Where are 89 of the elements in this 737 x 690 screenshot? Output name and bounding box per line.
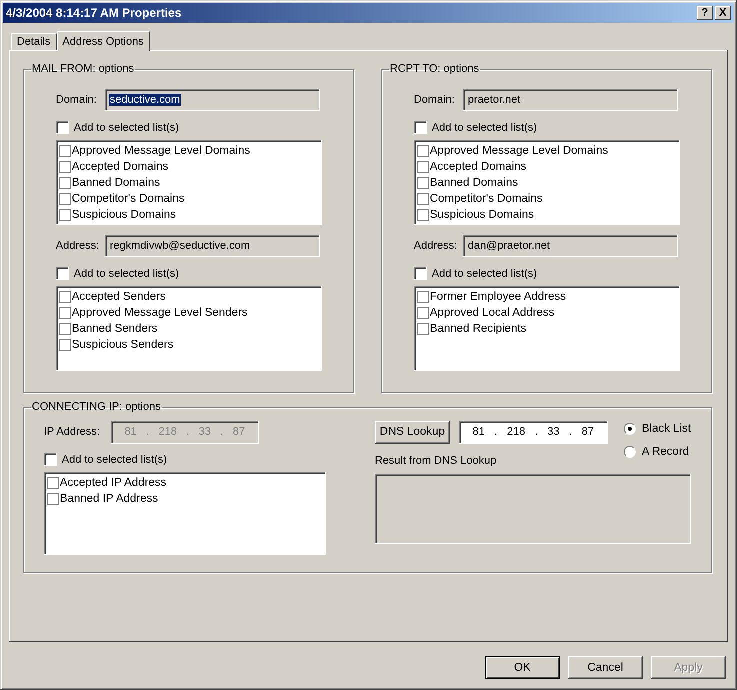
list-item[interactable]: Accepted Domains xyxy=(430,161,527,173)
checkbox[interactable] xyxy=(59,145,71,157)
list-item[interactable]: Suspicious Domains xyxy=(72,209,176,221)
list-item[interactable]: Banned Senders xyxy=(72,323,158,335)
text-field[interactable]: regkmdivwb@seductive.com xyxy=(105,235,320,257)
text-field[interactable]: seductive.com xyxy=(105,89,320,111)
ip-separator: . xyxy=(494,426,498,438)
list-item[interactable]: Suspicious Domains xyxy=(430,209,534,221)
checkbox[interactable] xyxy=(417,161,429,173)
checkbox[interactable] xyxy=(414,267,427,280)
list-item[interactable]: Banned Domains xyxy=(430,177,518,189)
checkbox[interactable] xyxy=(44,453,57,466)
checkbox-label: Add to selected list(s) xyxy=(432,122,538,134)
list-item[interactable]: Approved Local Address xyxy=(430,307,555,319)
ip-separator: . xyxy=(186,426,190,438)
ip-address-field[interactable]: 81 . 218 . 33 . 87 xyxy=(459,420,608,444)
dns-lookup-button[interactable]: DNS Lookup xyxy=(375,420,450,444)
radio-label: A Record xyxy=(642,446,690,458)
dialog-button[interactable]: OK xyxy=(485,656,560,679)
checkbox[interactable] xyxy=(59,209,71,221)
list-item[interactable]: Former Employee Address xyxy=(430,291,566,303)
ip-separator: . xyxy=(146,426,150,438)
checkbox-label: Add to selected list(s) xyxy=(74,122,180,134)
tab[interactable]: Address Options xyxy=(56,31,150,51)
ip-octet: 218 xyxy=(507,426,526,438)
checkbox[interactable] xyxy=(417,307,429,319)
radio-button[interactable] xyxy=(624,446,636,458)
tab[interactable]: Details xyxy=(11,33,57,50)
ip-octet: 81 xyxy=(472,426,485,438)
list-item[interactable]: Approved Message Level Senders xyxy=(72,307,248,319)
checkbox[interactable] xyxy=(417,177,429,189)
ip-separator: . xyxy=(534,426,538,438)
list-item[interactable]: Suspicious Senders xyxy=(72,339,174,351)
checkbox[interactable] xyxy=(59,177,71,189)
list-item[interactable]: Banned IP Address xyxy=(60,493,158,505)
checkbox[interactable] xyxy=(417,323,429,335)
list-item[interactable]: Competitor's Domains xyxy=(72,193,185,205)
group-title: RCPT TO: options xyxy=(389,63,480,75)
list-item[interactable]: Approved Message Level Domains xyxy=(72,145,250,157)
ip-octet: 81 xyxy=(124,426,137,438)
group-title: MAIL FROM: options xyxy=(31,63,136,75)
checkbox[interactable] xyxy=(47,477,59,489)
ip-octet: 87 xyxy=(232,426,246,438)
ip-separator: . xyxy=(569,426,572,438)
checkbox[interactable] xyxy=(417,145,429,157)
list-item[interactable]: Banned Domains xyxy=(72,177,160,189)
window-title: 4/3/2004 8:14:17 AM Properties xyxy=(6,6,183,20)
checkbox-label: Add to selected list(s) xyxy=(62,454,168,466)
checkbox[interactable] xyxy=(417,291,429,303)
field-label: IP Address: xyxy=(44,426,102,438)
text-field[interactable]: dan@praetor.net xyxy=(463,235,678,257)
field-label: Domain: xyxy=(414,94,456,106)
ip-octet: 87 xyxy=(582,426,594,438)
list-item[interactable]: Banned Recipients xyxy=(430,323,527,335)
dialog-button[interactable]: Cancel xyxy=(568,656,643,679)
group-title: CONNECTING IP: options xyxy=(31,401,162,413)
field-label: Address: xyxy=(56,240,100,252)
text-field[interactable]: praetor.net xyxy=(463,89,678,111)
result-label: Result from DNS Lookup xyxy=(375,455,497,467)
checkbox[interactable] xyxy=(59,323,71,335)
list-item[interactable]: Accepted Senders xyxy=(72,291,166,303)
list-item[interactable]: Accepted Domains xyxy=(72,161,169,173)
title-bar-button[interactable]: ? xyxy=(697,6,713,20)
ip-octet: 33 xyxy=(198,426,212,438)
list-item[interactable]: Accepted IP Address xyxy=(60,477,167,489)
checkbox[interactable] xyxy=(417,209,429,221)
checkbox[interactable] xyxy=(59,339,71,351)
list-item[interactable]: Approved Message Level Domains xyxy=(430,145,608,157)
field-label: Domain: xyxy=(56,94,98,106)
checkbox-label: Add to selected list(s) xyxy=(74,268,180,280)
checkbox[interactable] xyxy=(59,291,71,303)
ip-octet: 33 xyxy=(548,426,560,438)
title-bar-button[interactable]: X xyxy=(715,6,731,20)
checkbox[interactable] xyxy=(59,161,71,173)
checkbox[interactable] xyxy=(47,493,59,505)
checkbox[interactable] xyxy=(417,193,429,205)
checkbox-label: Add to selected list(s) xyxy=(432,268,538,280)
radio-button[interactable] xyxy=(624,422,636,434)
checkbox[interactable] xyxy=(56,267,69,280)
field-label: Address: xyxy=(414,240,458,252)
checkbox[interactable] xyxy=(59,193,71,205)
ip-octet: 218 xyxy=(158,426,178,438)
ip-separator: . xyxy=(220,426,224,438)
radio-dot-icon xyxy=(628,426,632,430)
checkbox[interactable] xyxy=(414,121,427,134)
radio-label: Black List xyxy=(642,422,692,434)
checkbox[interactable] xyxy=(56,121,69,134)
checkbox[interactable] xyxy=(59,307,71,319)
list-item[interactable]: Competitor's Domains xyxy=(430,193,543,205)
